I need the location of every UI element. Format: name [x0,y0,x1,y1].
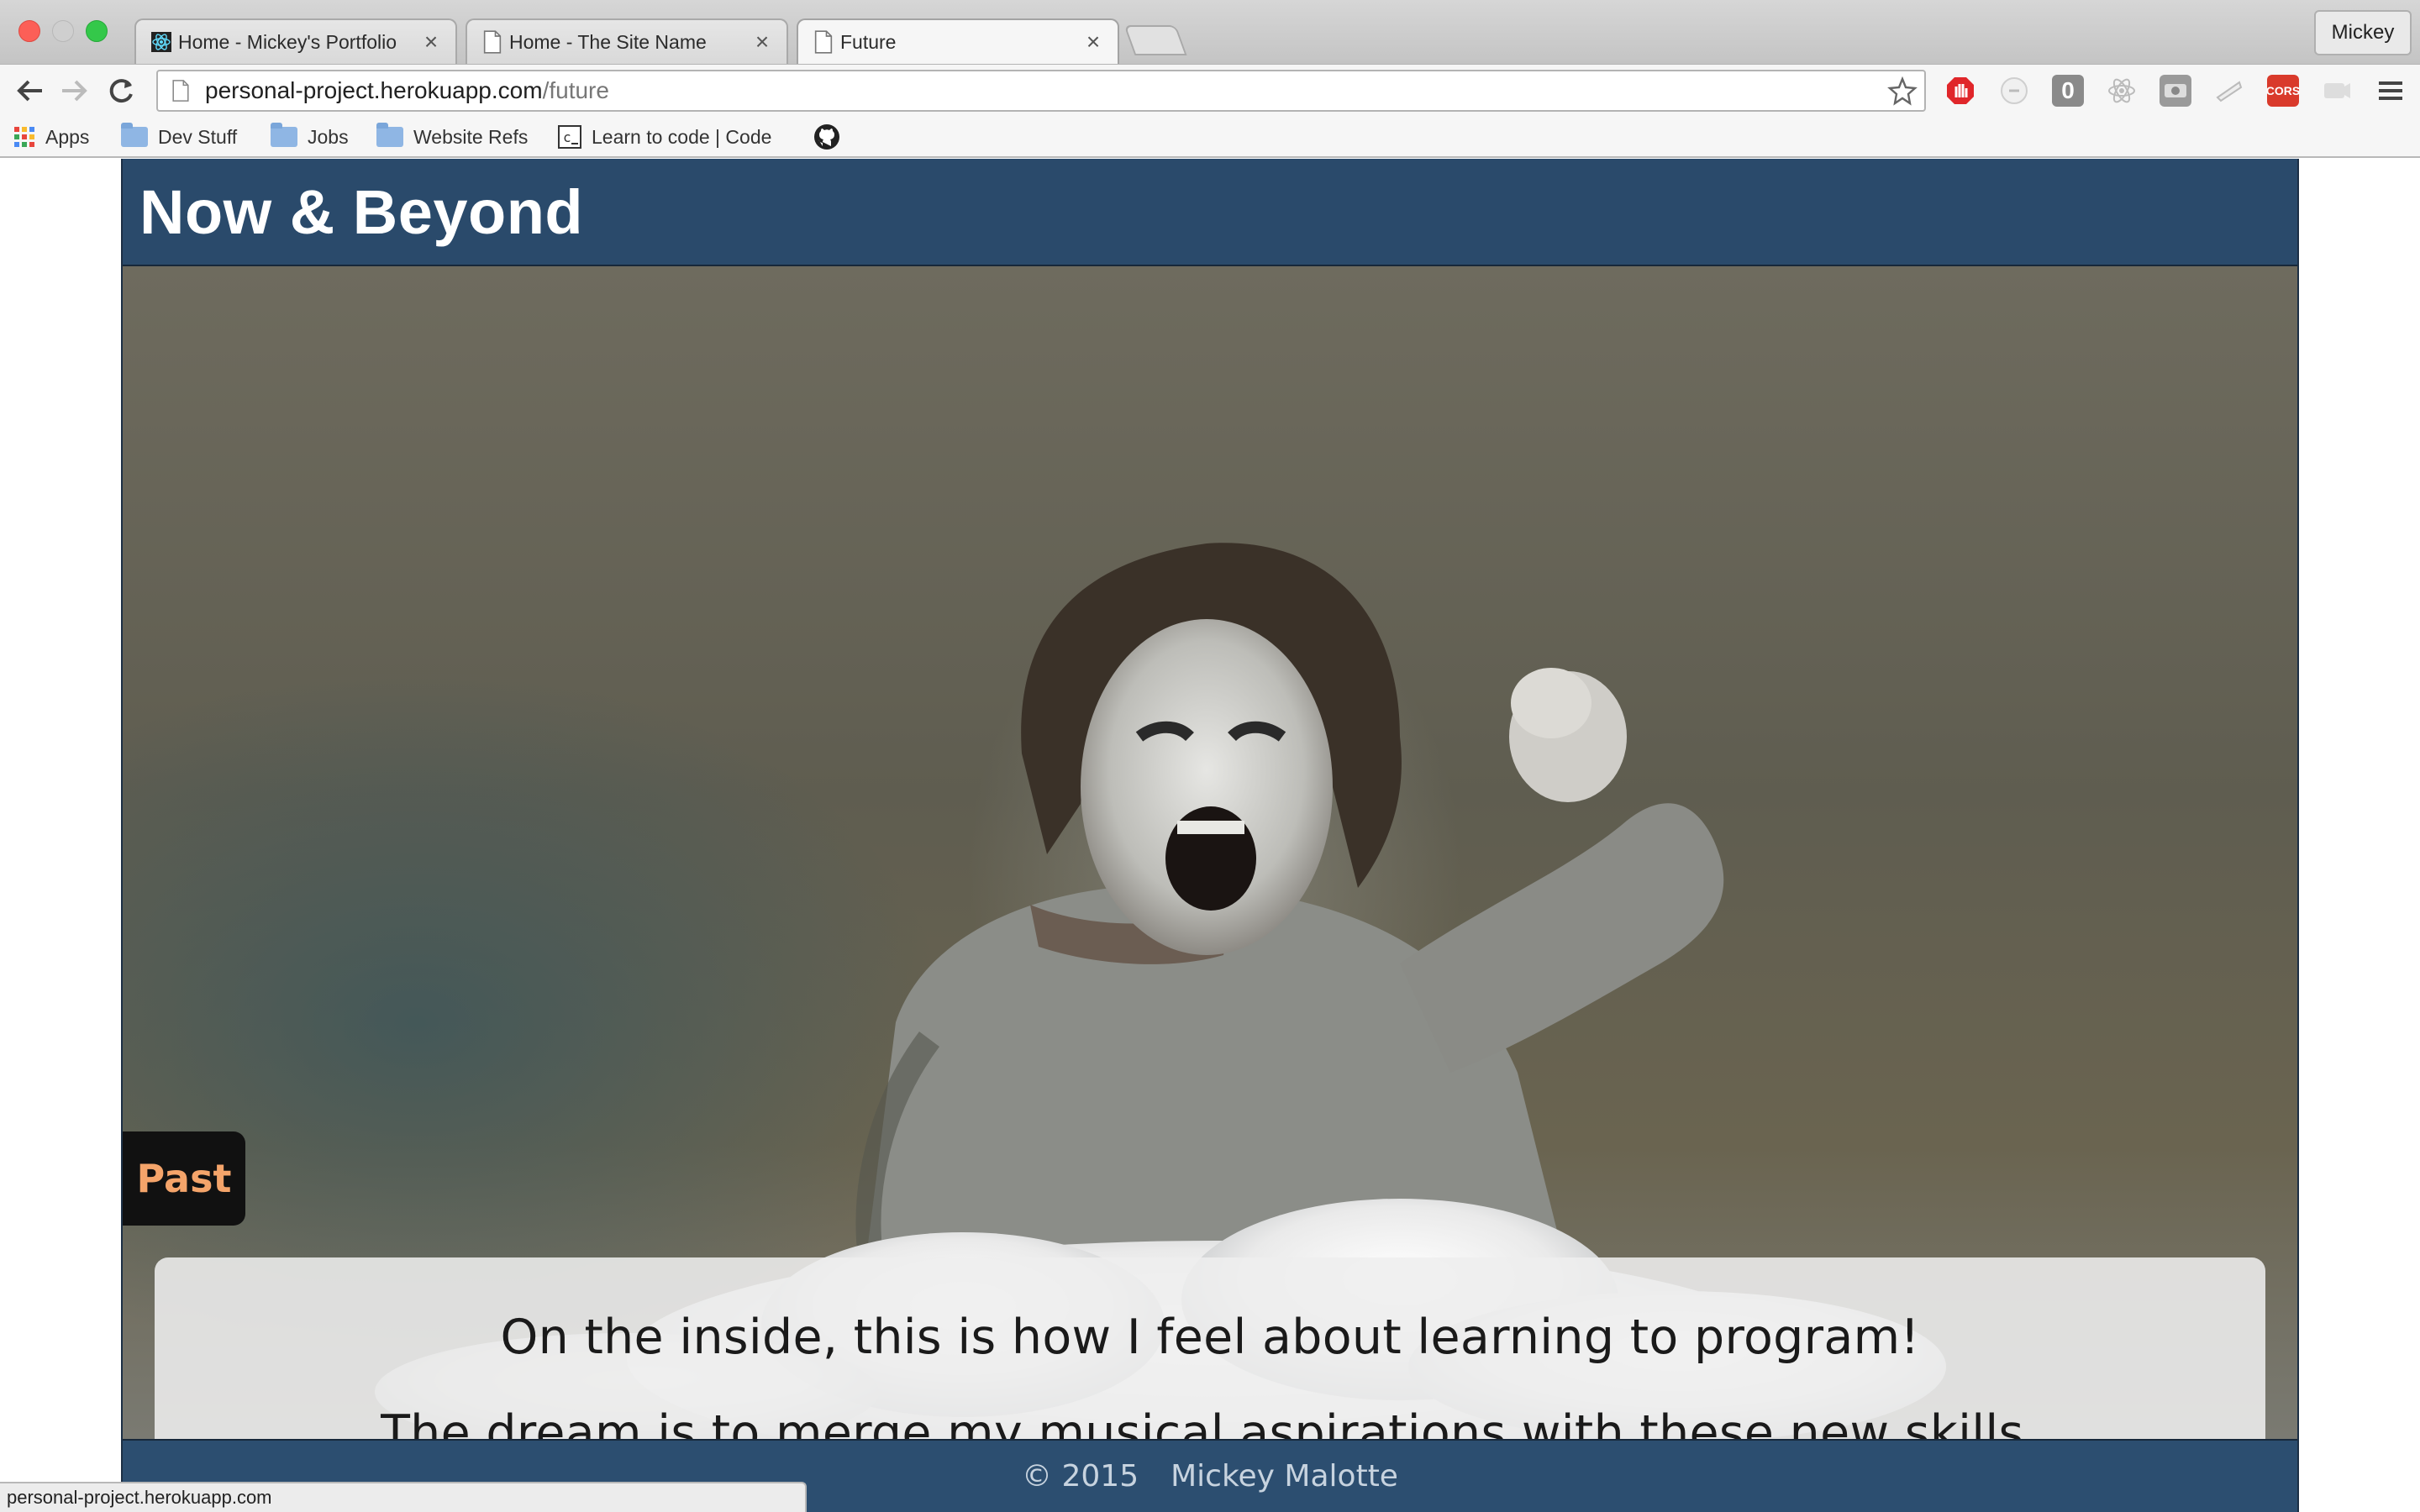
minimize-window-button[interactable] [52,20,74,42]
bookmark-github[interactable] [813,123,840,151]
folder-icon [121,123,148,147]
browser-tab-site-name[interactable]: Home - The Site Name × [466,18,788,64]
react-icon [151,32,171,52]
bookmark-learn-to-code[interactable]: c Learn to code | Code [558,123,790,151]
bookmark-label: Website Refs [413,125,529,148]
site-header: Now & Beyond [123,159,2297,266]
page-icon [814,30,833,54]
cors-label: CORS [2265,84,2301,97]
url-path: /future [542,77,609,103]
cors-icon[interactable]: CORS [2265,75,2301,107]
browser-tab-portfolio[interactable]: Home - Mickey's Portfolio × [134,18,457,64]
folder-icon [376,123,403,147]
caption-box: On the inside, this is how I feel about … [155,1257,2265,1439]
menu-icon[interactable] [2375,75,2407,107]
status-bar-url: personal-project.herokuapp.com [0,1482,807,1512]
bookmark-website-refs[interactable]: Website Refs [376,123,528,151]
browser-titlebar: Home - Mickey's Portfolio × Home - The S… [0,0,2420,64]
browser-tab-future[interactable]: Future × [797,18,1119,64]
back-button[interactable] [12,73,47,108]
svg-text:c: c [563,129,571,145]
address-bar[interactable]: personal-project.herokuapp.com/future [156,70,1926,112]
browser-toolbar: personal-project.herokuapp.com/future 0 … [0,64,2420,116]
bookmark-apps[interactable]: Apps [13,123,89,151]
extension-icon[interactable] [2213,75,2245,107]
github-icon [814,124,839,150]
react-devtools-icon[interactable] [2106,75,2138,107]
back-arrow-icon [17,80,42,102]
caption-line: The dream is to merge my musical aspirat… [381,1405,2039,1439]
profile-button[interactable]: Mickey [2314,10,2412,55]
page-icon [483,30,502,54]
new-tab-button[interactable] [1123,25,1187,55]
forward-arrow-icon [62,80,87,102]
bookmark-label: Learn to code | Code [592,125,772,148]
counter-icon[interactable]: 0 [2052,75,2084,107]
bookmark-label: Dev Stuff [158,125,238,148]
reload-button[interactable] [104,73,139,108]
close-tab-icon[interactable]: × [1084,29,1102,55]
author-name: Mickey Malotte [1171,1459,1398,1494]
apps-grid-icon [14,127,34,147]
bookmark-dev-stuff[interactable]: Dev Stuff [121,123,237,151]
forward-button[interactable] [57,73,92,108]
tab-title: Home - Mickey's Portfolio [178,30,397,53]
close-tab-icon[interactable]: × [422,29,440,55]
extension-icon[interactable] [2160,75,2191,107]
web-page: Now & Beyond Past On the inside, this is… [121,159,2299,1512]
codecademy-icon: c [558,125,581,149]
url-host: personal-project.herokuapp.com [205,77,543,103]
close-tab-icon[interactable]: × [753,29,771,55]
tab-title: Future [840,30,897,53]
counter-label: 0 [2061,77,2075,103]
tab-title: Home - The Site Name [509,30,707,53]
close-window-button[interactable] [18,20,40,42]
extension-icon[interactable] [2321,75,2353,107]
page-title: Now & Beyond [139,176,584,247]
bookmark-label: Jobs [308,125,349,148]
extension-icon[interactable] [1998,75,2030,107]
page-icon [172,80,189,102]
reload-icon [109,79,133,103]
folder-icon [271,123,297,147]
bookmark-star-icon[interactable] [1887,76,1918,107]
bookmark-label: Apps [45,125,90,148]
maximize-window-button[interactable] [86,20,108,42]
past-page-link[interactable]: Past [123,1131,245,1226]
bookmark-jobs[interactable]: Jobs [271,123,349,151]
bookmarks-bar: Apps Dev Stuff Jobs Website Refs c Learn… [0,116,2420,158]
adblock-icon[interactable] [1944,75,1976,107]
hero-image: Past On the inside, this is how I feel a… [123,266,2297,1439]
copyright-year: © 2015 [1022,1459,1139,1494]
caption-line: On the inside, this is how I feel about … [500,1310,1920,1365]
